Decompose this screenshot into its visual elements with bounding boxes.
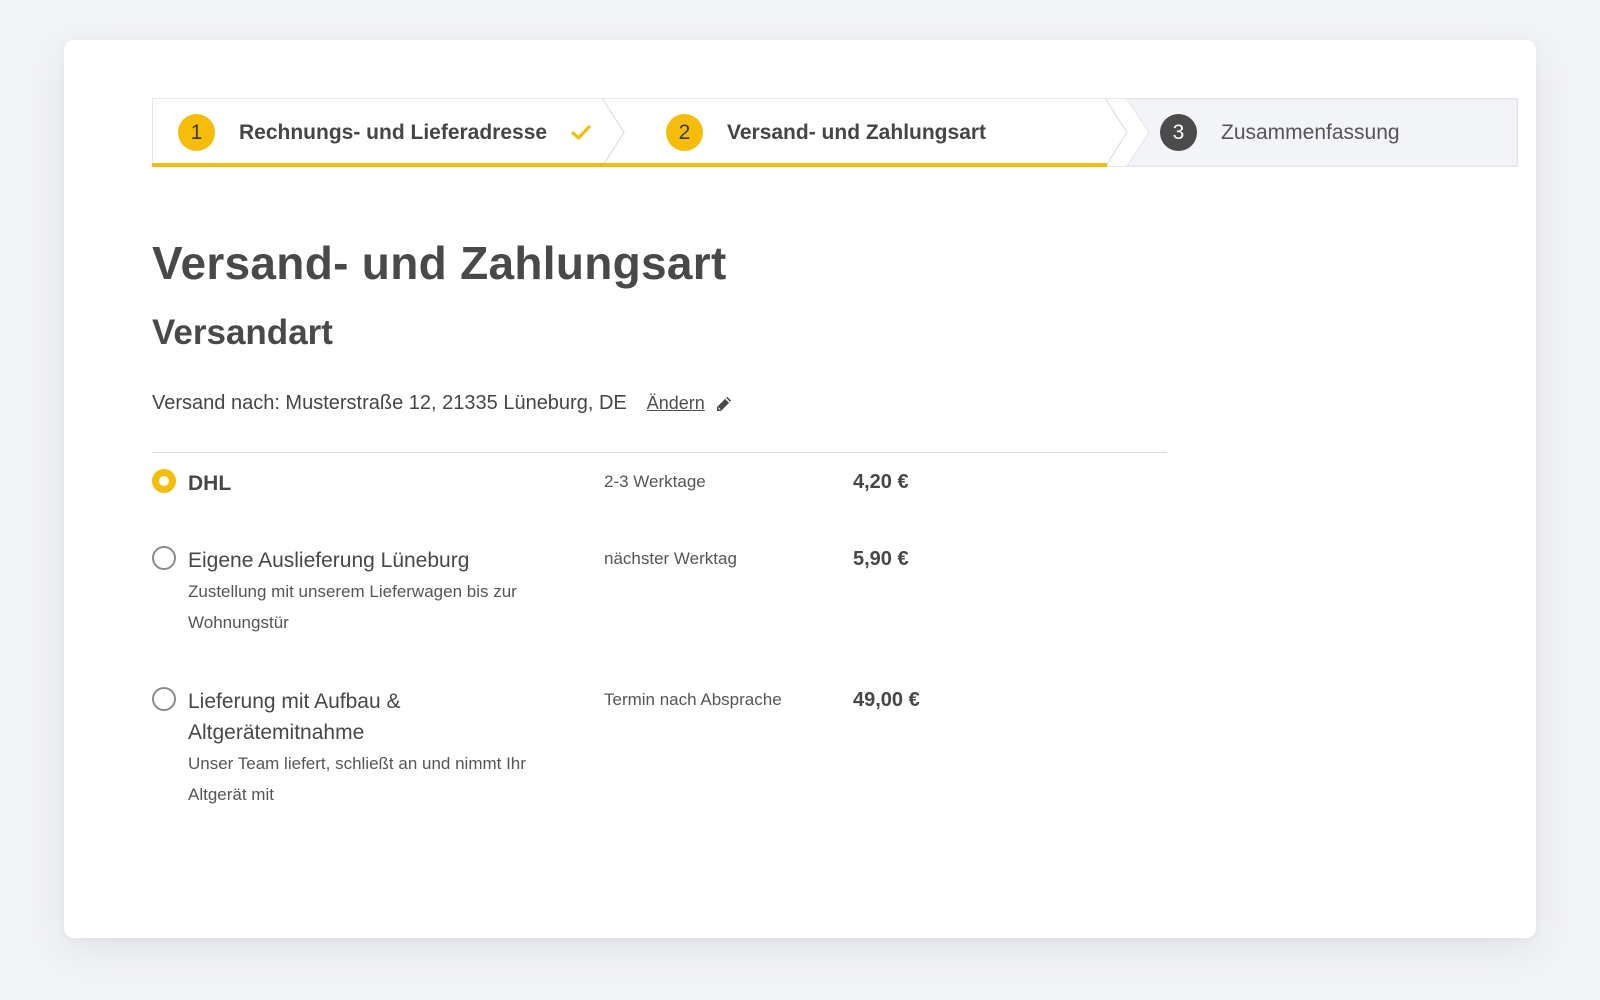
step-label: Versand- und Zahlungsart xyxy=(727,120,987,144)
step-summary[interactable]: 3 Zusammenfassung xyxy=(1160,98,1400,167)
option-price: 4,20 € xyxy=(853,471,909,493)
step-label: Rechnungs- und Lieferadresse xyxy=(239,120,548,144)
step-shipping-payment[interactable]: 2 Versand- und Zahlungsart xyxy=(666,98,986,167)
shipping-address: Versand nach: Musterstraße 12, 21335 Lün… xyxy=(152,392,733,415)
step-number-badge: 3 xyxy=(1160,114,1197,151)
radio-button-selected[interactable] xyxy=(152,469,176,493)
shipping-option-installation[interactable]: Lieferung mit Aufbau & Altgerätemitnahme… xyxy=(152,686,952,816)
option-price: 49,00 € xyxy=(853,689,920,711)
step-address[interactable]: 1 Rechnungs- und Lieferadresse xyxy=(178,98,591,167)
checkout-stepper: 1 Rechnungs- und Lieferadresse 2 Versand… xyxy=(152,97,1518,168)
radio-button[interactable] xyxy=(152,687,176,711)
option-delivery-time: nächster Werktag xyxy=(604,549,737,568)
option-name: Eigene Auslieferung Lüneburg xyxy=(188,549,470,572)
option-price: 5,90 € xyxy=(853,548,909,570)
option-name: Lieferung mit Aufbau & Altgerätemitnahme xyxy=(188,690,401,744)
shipping-option-local[interactable]: Eigene Auslieferung Lüneburg Zustellung … xyxy=(152,545,952,645)
step-label: Zusammenfassung xyxy=(1221,120,1400,144)
option-delivery-time: Termin nach Absprache xyxy=(604,690,782,709)
option-description: Unser Team liefert, schließt an und nimm… xyxy=(188,754,526,804)
check-icon xyxy=(571,124,591,141)
change-address-link[interactable]: Ändern xyxy=(647,393,705,414)
option-name: DHL xyxy=(188,472,232,495)
section-divider xyxy=(152,452,1167,453)
option-delivery-time: 2-3 Werktage xyxy=(604,472,706,491)
step-number-badge: 1 xyxy=(178,114,215,151)
checkout-card: 1 Rechnungs- und Lieferadresse 2 Versand… xyxy=(64,40,1536,938)
section-title: Versandart xyxy=(152,313,333,352)
option-description: Zustellung mit unserem Lieferwagen bis z… xyxy=(188,582,517,632)
radio-button[interactable] xyxy=(152,546,176,570)
page-title: Versand- und Zahlungsart xyxy=(152,237,727,289)
shipping-option-dhl[interactable]: DHL 2-3 Werktage 4,20 € xyxy=(152,468,952,518)
shipping-address-text: Versand nach: Musterstraße 12, 21335 Lün… xyxy=(152,392,627,414)
step-number-badge: 2 xyxy=(666,114,703,151)
pencil-icon[interactable] xyxy=(715,395,733,413)
